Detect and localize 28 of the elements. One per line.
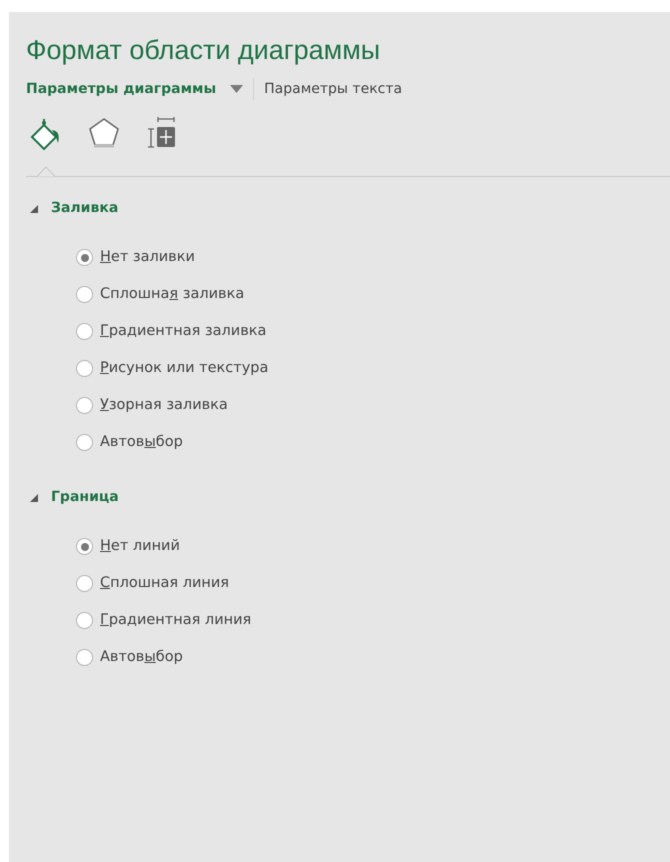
- radio-button[interactable]: [76, 434, 93, 452]
- option-label: Сплошная заливка: [100, 285, 244, 304]
- radio-button[interactable]: [76, 538, 93, 556]
- option-label: Градиентная линия: [100, 611, 252, 630]
- collapse-triangle-icon: [30, 204, 38, 213]
- pane-title: Формат области диаграммы: [26, 34, 382, 66]
- radio-button[interactable]: [76, 323, 93, 340]
- section-header[interactable]: Заливка: [30, 198, 118, 220]
- radio-button[interactable]: [76, 286, 93, 304]
- radio-button[interactable]: [76, 397, 93, 414]
- option-label: Сплошная линия: [100, 574, 230, 594]
- radio-button[interactable]: [76, 575, 93, 592]
- dropdown-caret-icon[interactable]: [230, 85, 244, 94]
- options-tab[interactable]: Параметры диаграммы: [26, 78, 216, 100]
- option-label: Нет заливки: [100, 248, 195, 268]
- radio-button[interactable]: [76, 360, 93, 378]
- option-label: Рисунок или текстура: [100, 359, 268, 378]
- option-label: Нет линий: [100, 537, 180, 556]
- option-label: Автовыбор: [100, 648, 183, 668]
- radio-button[interactable]: [76, 249, 93, 266]
- radio-button[interactable]: [76, 612, 93, 630]
- option-label: Узорная заливка: [100, 396, 228, 416]
- radio-button[interactable]: [76, 649, 93, 666]
- option-label: Автовыбор: [100, 433, 183, 452]
- options-tab[interactable]: Параметры текста: [264, 78, 402, 100]
- collapse-triangle-icon: [30, 494, 38, 502]
- option-label: Градиентная заливка: [100, 322, 266, 342]
- section-header[interactable]: Граница: [30, 487, 119, 508]
